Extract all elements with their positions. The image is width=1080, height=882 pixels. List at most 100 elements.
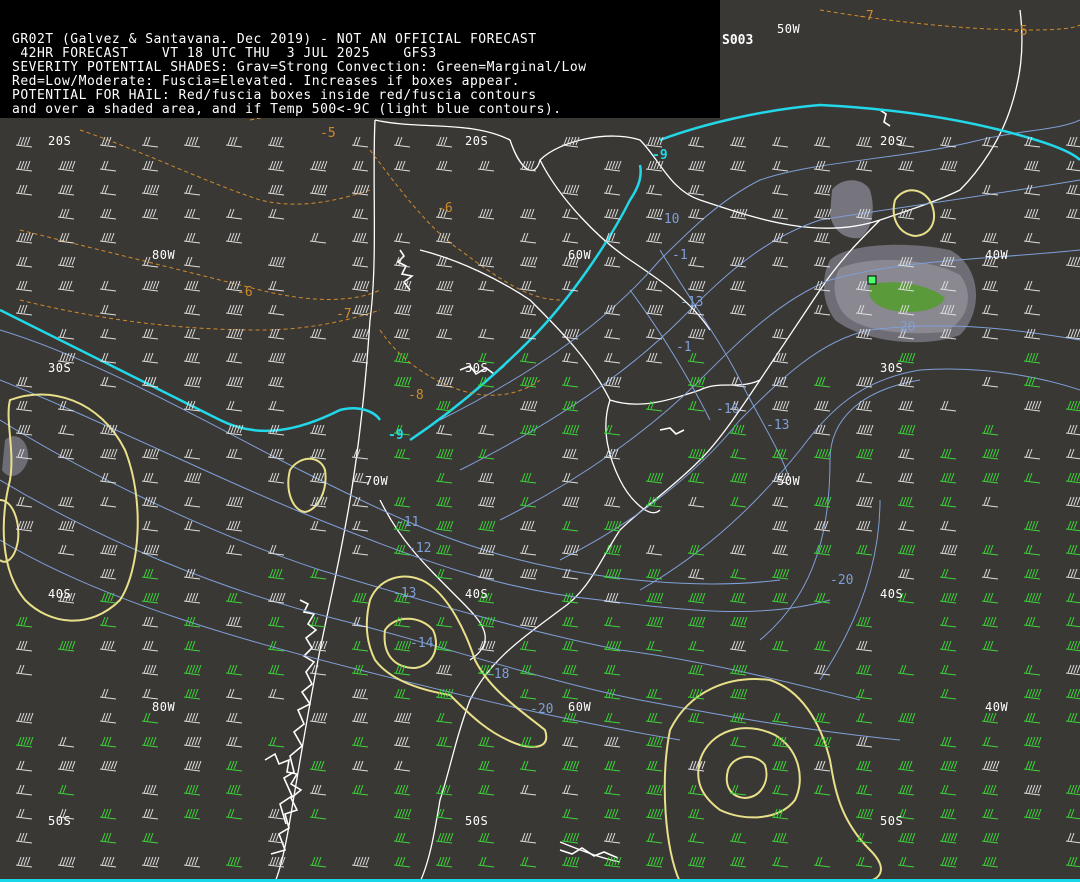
wind-barb <box>687 328 706 340</box>
wind-barb <box>1023 568 1041 580</box>
wind-barb <box>351 136 369 148</box>
wind-barb <box>183 664 202 676</box>
wind-barb <box>99 304 117 316</box>
wind-barb <box>99 160 117 172</box>
wind-barb <box>939 520 957 532</box>
wind-barb <box>393 376 412 388</box>
wind-barb <box>855 520 873 532</box>
wind-barb <box>183 760 202 772</box>
wind-barb <box>141 640 159 652</box>
wind-barb <box>141 808 159 820</box>
contour-label-temp: -13 <box>680 295 704 310</box>
wind-barb <box>15 136 33 148</box>
wind-barb <box>435 544 453 556</box>
wind-barb <box>351 280 370 292</box>
wind-barb <box>141 280 160 292</box>
wind-barb <box>15 616 33 628</box>
run-id: S003 <box>722 33 754 48</box>
wind-barb <box>57 232 75 244</box>
wind-barb <box>771 544 789 556</box>
wind-barb <box>687 256 705 268</box>
wind-barb <box>351 256 369 268</box>
wind-barb <box>1065 664 1080 676</box>
wind-barb <box>183 280 201 292</box>
wind-barb <box>309 520 327 532</box>
wind-barb <box>561 856 580 868</box>
wind-barb <box>603 184 621 196</box>
lat-label-40s: 40S <box>465 587 489 601</box>
wind-barb <box>57 544 75 556</box>
wind-barb <box>309 856 327 868</box>
wind-barb <box>603 616 621 628</box>
wind-barb <box>771 448 789 460</box>
wind-barb <box>687 232 706 244</box>
wind-barb <box>519 832 537 844</box>
wind-barb <box>393 352 411 364</box>
wind-barb <box>99 808 117 820</box>
wind-barb <box>939 472 957 484</box>
wind-barb <box>855 544 873 556</box>
lat-label-30s: 30S <box>48 361 72 375</box>
wind-barb <box>939 832 958 844</box>
wind-barb <box>309 784 327 796</box>
wind-barb <box>687 208 705 220</box>
wind-barb <box>1065 208 1080 220</box>
wind-barb <box>855 664 873 676</box>
wind-barb <box>519 688 537 700</box>
wind-barb <box>393 808 412 820</box>
wind-barb <box>393 760 411 772</box>
wind-barb <box>183 736 202 748</box>
wind-barb <box>267 352 286 364</box>
contour-label-thickness: -7 <box>858 9 874 24</box>
wind-barb <box>1065 712 1080 724</box>
wind-barb <box>981 496 999 508</box>
contour-label-temp: -1 <box>676 340 692 355</box>
wind-barb <box>519 472 537 484</box>
wind-barb <box>267 544 285 556</box>
wind-barb <box>981 856 999 868</box>
wind-barb <box>183 808 201 820</box>
wind-barb <box>267 184 285 196</box>
wind-barb <box>309 448 327 460</box>
wind-barb <box>561 688 579 700</box>
wind-barb <box>267 136 285 148</box>
wind-barb <box>351 232 369 244</box>
wind-barb <box>57 448 75 460</box>
wind-barb <box>1023 616 1041 628</box>
wind-barb <box>561 136 580 148</box>
wind-barb <box>1023 232 1041 244</box>
wind-barb <box>645 760 663 772</box>
wind-barb <box>603 352 621 364</box>
wind-barb <box>477 328 495 340</box>
wind-barb <box>225 304 244 316</box>
wind-barb <box>645 832 663 844</box>
wind-barb <box>729 736 747 748</box>
contour-label-temp: -20 <box>830 573 854 588</box>
wind-barb <box>15 160 33 172</box>
wind-barb <box>15 760 33 772</box>
wind-barb <box>729 544 747 556</box>
lat-label-20s: 20S <box>465 134 489 148</box>
wind-barb <box>855 448 874 460</box>
wind-barb <box>15 424 33 436</box>
wind-barb <box>645 856 664 868</box>
wind-barb <box>687 136 705 148</box>
wind-barb <box>981 760 1000 772</box>
wind-barb <box>813 208 832 220</box>
wind-barb <box>1065 496 1080 508</box>
wind-barb <box>687 832 705 844</box>
wind-barb <box>519 520 537 532</box>
wind-barb <box>141 784 159 796</box>
wind-barb <box>981 736 999 748</box>
wind-barb <box>1065 568 1080 580</box>
wind-barb <box>57 640 76 652</box>
wind-barb <box>393 736 411 748</box>
wind-barb <box>981 376 999 388</box>
header-hail-legend-2: and over a shaded area, and if Temp 500<… <box>12 102 562 117</box>
wind-barb <box>855 808 874 820</box>
wind-barb <box>435 280 454 292</box>
wind-barb <box>1065 400 1080 412</box>
wind-barb <box>939 208 957 220</box>
contour-label-minus9: -9 <box>388 428 404 443</box>
wind-barb <box>393 496 411 508</box>
